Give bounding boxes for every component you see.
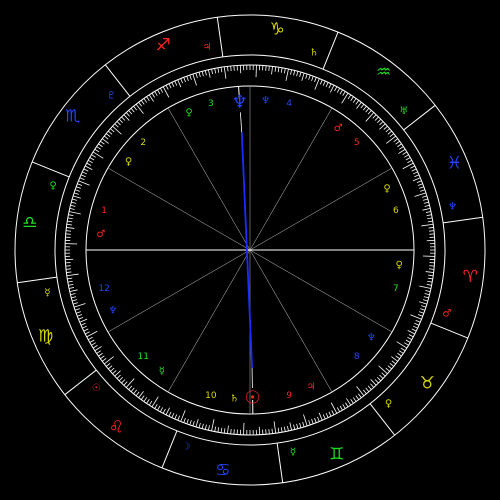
house-ruler-icon: ♀ — [396, 260, 403, 271]
house-number-7: 7 — [393, 284, 399, 294]
house-ruler-icon: ♂ — [334, 123, 343, 134]
degree-tick — [268, 65, 270, 72]
house-number-3: 3 — [208, 99, 214, 109]
zodiac-sign-aries-icon: ♈ — [463, 267, 478, 287]
house-ruler-icon: ♆ — [261, 95, 270, 106]
house-ruler-icon: ♄ — [230, 394, 239, 405]
house-number-1: 1 — [101, 206, 107, 216]
house-ruler-icon: ♀ — [185, 108, 192, 119]
sign-ruler-icon: ☉ — [92, 383, 101, 394]
sun-planet-icon: ☉ — [245, 388, 261, 409]
zodiac-sign-capricorn-icon: ♑ — [269, 20, 284, 40]
degree-tick — [230, 65, 232, 72]
house-ruler-icon: ♆ — [367, 333, 376, 344]
sign-ruler-icon: ♂ — [442, 309, 451, 320]
sign-ruler-icon: ☽ — [182, 441, 191, 452]
zodiac-sign-pisces-icon: ♓ — [447, 153, 462, 173]
natal-chart: ♈ ♉ ♊ ♋ ♌ ♍ ♎ ♏ ♐ ♑ ♒ ♓ ♂ ♀ ☿ ☽ ☉ ☿ ♀ ♇ ♃ ♄ ♅ ♆ 1 2 3 4 5 6 7 8 9 10 11 1… — [0, 0, 500, 500]
chart-wheel: ♈♉♊♋♌♍♎♏♐♑♒♓ ♂♀☿☽☉☿♀♇♃♄♅♆ 123 45678910111… — [0, 0, 500, 500]
degree-tick — [230, 428, 232, 435]
house-ruler-icon: ☿ — [159, 366, 165, 377]
degree-tick — [268, 428, 270, 435]
degree-tick — [428, 230, 435, 232]
degree-tick — [65, 268, 72, 270]
house-number-9: 9 — [286, 391, 292, 401]
sign-ruler-icon: ♄ — [310, 48, 319, 59]
house-ruler-icon: ♂ — [96, 229, 105, 240]
neptune-planet-icon: ♆ — [232, 92, 248, 113]
zodiac-sign-cancer-icon: ♋ — [215, 460, 230, 480]
house-ruler-icon: ♀ — [383, 184, 390, 195]
zodiac-sign-taurus-icon: ♉ — [420, 374, 435, 394]
degree-tick — [428, 268, 435, 270]
degree-tick — [65, 230, 72, 232]
house-number-10: 10 — [205, 391, 217, 401]
house-number-6: 6 — [393, 206, 399, 216]
zodiac-sign-scorpio-icon: ♏ — [65, 106, 80, 126]
house-ruler-icon: ♀ — [125, 156, 132, 167]
sign-ruler-icon: ☿ — [290, 447, 296, 458]
house-number-2: 2 — [140, 138, 146, 148]
house-ruler-icon: ♆ — [109, 306, 118, 317]
house-ruler-icon: ♃ — [307, 382, 316, 393]
sign-ruler-icon: ♇ — [107, 91, 116, 102]
zodiac-sign-leo-icon: ♌ — [109, 417, 124, 437]
zodiac-sign-virgo-icon: ♍ — [38, 327, 53, 347]
house-number-11: 11 — [137, 352, 148, 362]
house-number-12: 12 — [98, 284, 109, 294]
zodiac-sign-aquarius-icon: ♒ — [376, 63, 391, 83]
zodiac-sign-gemini-icon: ♊ — [329, 444, 344, 464]
zodiac-sign-sagittarius-icon: ♐ — [156, 36, 171, 56]
sign-ruler-icon: ♆ — [448, 202, 457, 213]
house-number-8: 8 — [354, 352, 360, 362]
sign-ruler-icon: ☿ — [44, 288, 50, 299]
house-number-5: 5 — [354, 138, 360, 148]
sign-ruler-icon: ♅ — [399, 106, 408, 117]
sign-ruler-icon: ♀ — [385, 398, 392, 409]
zodiac-sign-libra-icon: ♎ — [22, 213, 37, 233]
house-number-4: 4 — [286, 99, 292, 109]
sign-ruler-icon: ♃ — [203, 42, 212, 53]
sign-ruler-icon: ♀ — [49, 181, 56, 192]
